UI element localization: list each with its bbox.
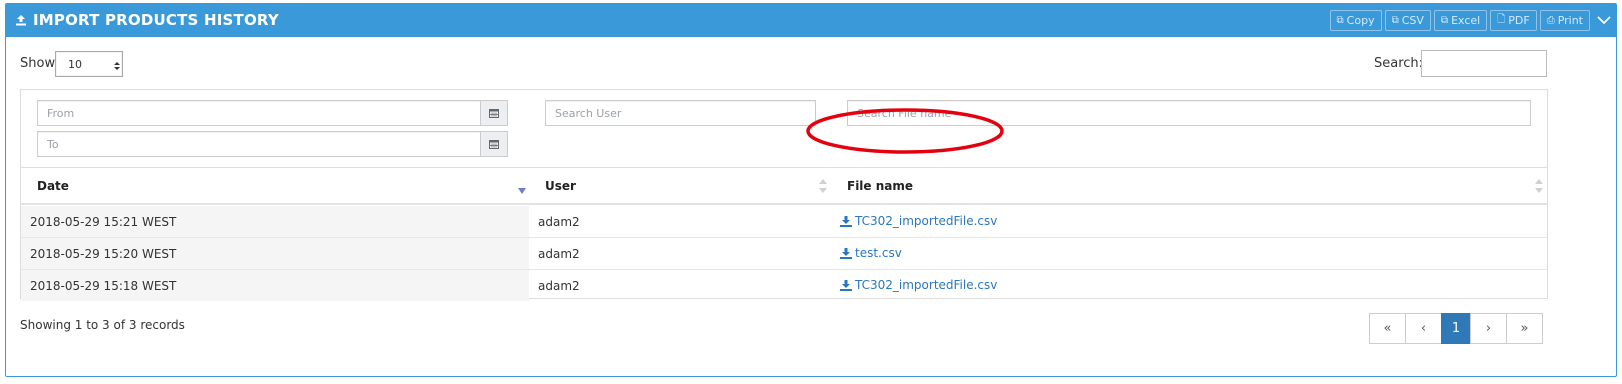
file-download-link[interactable]: TC302_importedFile.csv [840, 278, 997, 292]
history-table: From To Search User Search File name Dat… [20, 89, 1548, 302]
copy-button[interactable]: ⧉ Copy [1329, 10, 1382, 31]
table-header-row: Date User File name [21, 168, 1547, 205]
search-user-input[interactable]: Search User [545, 100, 816, 126]
csv-button-label: CSV [1401, 14, 1424, 27]
records-info: Showing 1 to 3 of 3 records [20, 318, 185, 332]
last-page-button[interactable]: » [1506, 313, 1543, 344]
from-date-placeholder: From [47, 107, 75, 120]
user-cell: adam2 [538, 279, 580, 293]
chevron-down-icon[interactable] [1596, 12, 1612, 28]
to-date-placeholder: To [47, 138, 59, 151]
file-name-text: TC302_importedFile.csv [855, 214, 998, 228]
print-button-label: Print [1557, 14, 1583, 27]
copy-button-label: Copy [1346, 14, 1375, 27]
excel-button[interactable]: ⧉ Excel [1433, 10, 1488, 31]
page-size-value: 10 [68, 58, 82, 71]
select-arrows-icon [114, 60, 120, 70]
sort-icon[interactable] [1535, 179, 1543, 193]
search-file-placeholder: Search File name [857, 107, 952, 120]
to-date-input[interactable]: To [37, 131, 481, 157]
search-input[interactable] [1421, 50, 1547, 77]
user-cell: adam2 [538, 215, 580, 229]
table-row: 2018-05-29 15:21 WEST adam2 TC302_import… [21, 206, 1547, 238]
pdf-button-label: PDF [1508, 14, 1530, 27]
file-name-text: test.csv [855, 246, 902, 260]
first-page-button[interactable]: « [1369, 313, 1406, 344]
page-size-select[interactable]: 10 [55, 51, 123, 77]
pdf-button[interactable]: 🗋 PDF [1490, 10, 1537, 31]
panel-title: IMPORT PRODUCTS HISTORY [15, 11, 279, 29]
download-icon [840, 279, 852, 291]
from-date-input[interactable]: From [37, 100, 481, 126]
csv-button[interactable]: ⧉ CSV [1384, 10, 1431, 31]
excel-button-label: Excel [1451, 14, 1481, 27]
search-user-placeholder: Search User [555, 107, 622, 120]
download-icon [840, 215, 852, 227]
file-download-link[interactable]: TC302_importedFile.csv [840, 214, 997, 228]
date-cell: 2018-05-29 15:21 WEST [30, 215, 177, 229]
page-1-button[interactable]: 1 [1441, 313, 1471, 344]
column-header-date[interactable]: Date [37, 179, 69, 193]
show-label: Show [20, 56, 56, 71]
search-file-input[interactable]: Search File name [847, 100, 1531, 126]
next-page-button[interactable]: › [1470, 313, 1507, 344]
column-header-user[interactable]: User [545, 179, 576, 193]
sort-icon[interactable] [819, 179, 827, 193]
date-cell: 2018-05-29 15:20 WEST [30, 247, 177, 261]
filter-row: From To Search User Search File name [21, 90, 1547, 168]
calendar-icon[interactable] [480, 131, 508, 157]
file-name-text: TC302_importedFile.csv [855, 278, 998, 292]
sort-desc-icon[interactable] [518, 184, 526, 198]
file-download-link[interactable]: test.csv [840, 246, 902, 260]
table-row: 2018-05-29 15:20 WEST adam2 test.csv [21, 238, 1547, 270]
copy-icon: ⧉ [1336, 15, 1344, 26]
date-cell: 2018-05-29 15:18 WEST [30, 279, 177, 293]
panel-title-text: IMPORT PRODUCTS HISTORY [33, 11, 279, 29]
print-icon: ⎙ [1546, 15, 1555, 26]
download-icon [840, 247, 852, 259]
panel-header: IMPORT PRODUCTS HISTORY ⧉ Copy ⧉ CSV ⧉ Exce… [6, 4, 1616, 37]
print-button[interactable]: ⎙ Print [1539, 10, 1590, 31]
copy-icon: ⧉ [1440, 15, 1449, 26]
copy-icon: ⧉ [1391, 15, 1399, 26]
import-history-panel: IMPORT PRODUCTS HISTORY ⧉ Copy ⧉ CSV ⧉ Exce… [5, 3, 1617, 377]
search-label: Search: [1374, 56, 1424, 71]
user-cell: adam2 [538, 247, 580, 261]
table-row: 2018-05-29 15:18 WEST adam2 TC302_import… [21, 270, 1547, 302]
column-header-file-name[interactable]: File name [847, 179, 913, 193]
export-toolbar: ⧉ Copy ⧉ CSV ⧉ Excel 🗋 PDF ⎙ Print [1329, 10, 1590, 31]
calendar-icon[interactable] [480, 100, 508, 126]
previous-page-button[interactable]: ‹ [1405, 313, 1442, 344]
upload-icon [15, 14, 27, 26]
pagination: « ‹ 1 › » [1369, 313, 1543, 344]
file-icon: 🗋 [1497, 14, 1506, 25]
